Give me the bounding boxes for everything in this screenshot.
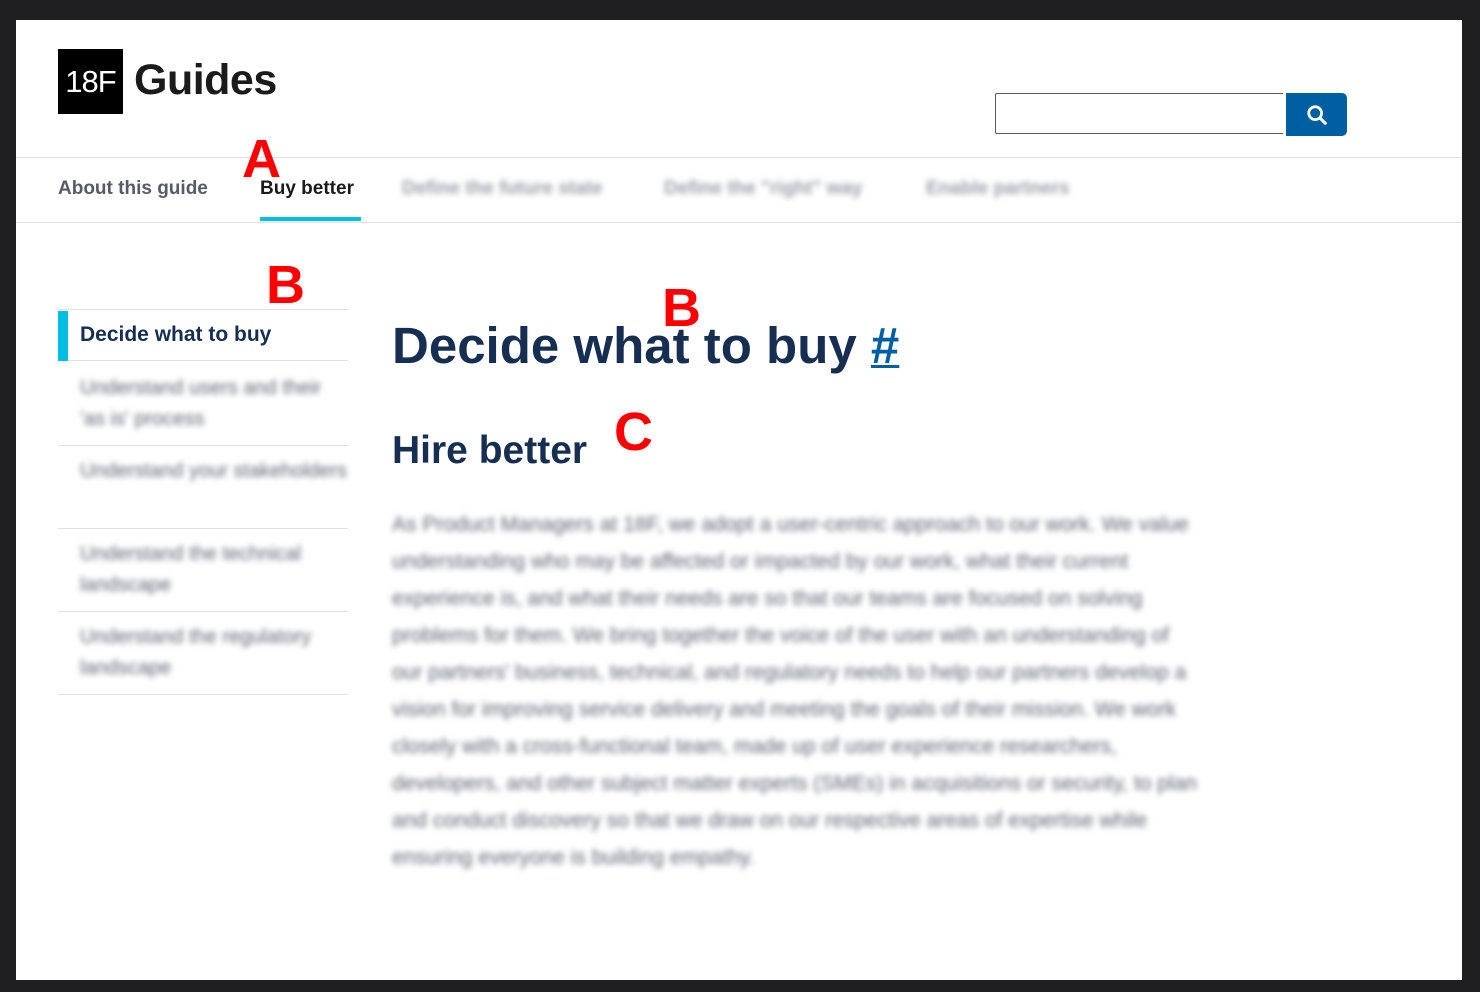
nav-divider bbox=[16, 222, 1462, 223]
sidebar-item-understand-technical[interactable]: Understand the technical landscape bbox=[58, 539, 348, 601]
site-title[interactable]: Guides bbox=[134, 56, 277, 105]
sidebar-item-label: Decide what to buy bbox=[80, 323, 272, 346]
section-heading: Hire better bbox=[392, 429, 588, 472]
search-input[interactable] bbox=[995, 93, 1283, 134]
annotation-marker-b-title: B bbox=[662, 278, 701, 338]
annotation-marker-a: A bbox=[242, 129, 281, 189]
page-title-text: Decide what to buy bbox=[392, 317, 857, 374]
sidebar-divider bbox=[58, 694, 348, 695]
search-icon bbox=[1306, 104, 1327, 125]
sidebar-active-indicator bbox=[58, 311, 68, 361]
sidebar-divider bbox=[58, 528, 348, 529]
nav-about-this-guide[interactable]: About this guide bbox=[58, 178, 208, 200]
sidebar-item-decide-what-to-buy[interactable]: Decide what to buy bbox=[58, 309, 348, 361]
annotation-marker-c: C bbox=[614, 402, 653, 462]
search-button[interactable] bbox=[1286, 93, 1347, 136]
sidebar-item-understand-regulatory[interactable]: Understand the regulatory landscape bbox=[58, 622, 348, 684]
nav-active-indicator bbox=[260, 217, 361, 221]
page: 18F Guides About this guide Buy better D… bbox=[16, 20, 1462, 980]
annotation-marker-b-sidebar: B bbox=[266, 255, 305, 315]
nav-enable-partners[interactable]: Enable partners bbox=[926, 178, 1070, 200]
sidebar-divider bbox=[58, 611, 348, 612]
logo-mark[interactable]: 18F bbox=[58, 49, 123, 114]
body-paragraph: As Product Managers at 18F, we adopt a u… bbox=[392, 513, 1197, 869]
header-divider bbox=[16, 157, 1462, 158]
page-title: Decide what to buy # bbox=[392, 316, 899, 375]
sidebar-item-understand-users[interactable]: Understand users and their 'as is' proce… bbox=[58, 373, 348, 435]
sidebar-divider bbox=[58, 445, 348, 446]
nav-define-future-state[interactable]: Define the future state bbox=[402, 178, 603, 200]
sidebar-item-understand-stakeholders[interactable]: Understand your stakeholders bbox=[58, 456, 348, 487]
anchor-link[interactable]: # bbox=[871, 317, 899, 374]
nav-define-right-way[interactable]: Define the "right" way bbox=[664, 178, 863, 200]
